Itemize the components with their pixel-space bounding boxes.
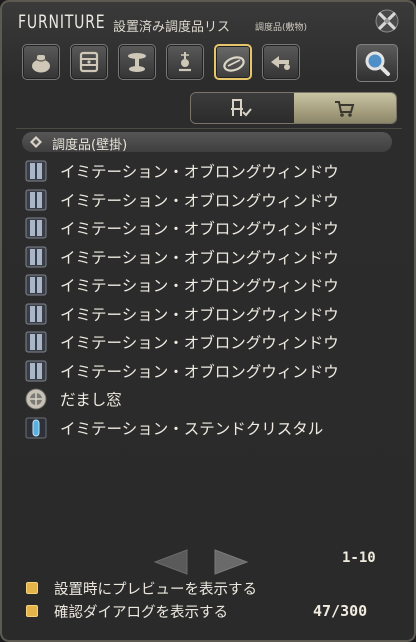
furniture-window: FURNITURE 設置済み調度品リス 調度品(敷物) 調度品(壁掛) イミテー… — [0, 0, 416, 642]
close-icon — [375, 9, 399, 33]
toggle-placed-items[interactable] — [191, 93, 294, 123]
tab-table[interactable] — [70, 44, 108, 80]
tab-furniture-bag[interactable] — [22, 44, 60, 80]
chair-check-icon — [231, 99, 252, 117]
window-subtitle: 設置済み調度品リス — [113, 20, 231, 35]
tab-rug[interactable] — [214, 44, 252, 80]
window-icon — [25, 189, 47, 210]
window-icon — [25, 360, 47, 381]
preview-option-label: 設置時にプレビューを表示する — [54, 582, 257, 598]
list-item-label: イミテーション・オブロングウィンドウ — [60, 362, 339, 381]
next-page-button[interactable] — [213, 548, 249, 576]
window-icon — [25, 331, 47, 353]
page-range: 1-10 — [342, 550, 376, 566]
list-item[interactable]: イミテーション・オブロングウィンドウ — [22, 157, 392, 185]
window-icon — [25, 246, 47, 267]
list-item-label: イミテーション・オブロングウィンドウ — [60, 191, 339, 210]
cart-icon — [335, 101, 355, 117]
confirm-checkbox[interactable] — [26, 605, 38, 617]
list-category-label: 調度品(壁掛) — [52, 138, 128, 153]
diamond-icon — [30, 136, 42, 148]
list-item[interactable]: イミテーション・オブロングウィンドウ — [22, 214, 392, 242]
list-item[interactable]: イミテーション・オブロングウィンドウ — [22, 328, 392, 356]
tabletop-icon — [128, 53, 146, 72]
window-subtitle-note: 調度品(敷物) — [255, 23, 308, 33]
list-item[interactable]: イミテーション・オブロングウィンドウ — [22, 243, 392, 271]
list-item-label: イミテーション・オブロングウィンドウ — [60, 305, 339, 324]
list-item[interactable]: イミテーション・オブロングウィンドウ — [22, 186, 392, 214]
list-item[interactable]: イミテーション・オブロングウィンドウ — [22, 271, 392, 299]
list-item-label: イミテーション・オブロングウィンドウ — [60, 334, 339, 352]
window-icon — [25, 303, 47, 324]
pager — [153, 548, 253, 578]
window-icon — [25, 160, 47, 182]
window-icon — [25, 217, 47, 239]
tab-wall-mounted[interactable] — [166, 44, 204, 80]
rug-icon — [223, 56, 245, 72]
tab-tabletop[interactable] — [118, 44, 156, 80]
view-toggle — [190, 92, 397, 124]
preview-checkbox[interactable] — [26, 582, 38, 594]
list-item[interactable]: イミテーション・ステンドクリスタル — [22, 414, 392, 442]
divider — [16, 128, 402, 129]
prev-page-button[interactable] — [153, 548, 189, 576]
list-item-label: イミテーション・オブロングウィンドウ — [60, 163, 339, 181]
list-item-label: イミテーション・オブロングウィンドウ — [60, 220, 339, 238]
wall-mounted-icon — [179, 52, 191, 72]
list-item-label: イミテーション・オブロングウィンドウ — [60, 277, 339, 295]
confirm-option-label: 確認ダイアログを表示する — [54, 605, 228, 621]
window-icon — [25, 274, 47, 296]
title-bar[interactable]: FURNITURE 設置済み調度品リス 調度品(敷物) — [2, 2, 414, 38]
crystal-icon — [25, 417, 47, 438]
list-item-label: だまし窓 — [60, 391, 122, 409]
list-category-header[interactable]: 調度品(壁掛) — [22, 132, 392, 153]
list-item-label: イミテーション・オブロングウィンドウ — [60, 248, 339, 267]
search-button[interactable] — [356, 44, 398, 82]
magnifier-icon — [365, 51, 390, 76]
window-title: FURNITURE — [18, 11, 106, 33]
table-icon — [79, 51, 99, 73]
list-item[interactable]: だまし窓 — [22, 385, 392, 413]
outdoor-icon — [271, 56, 290, 70]
list-item[interactable]: イミテーション・オブロングウィンドウ — [22, 300, 392, 328]
close-button[interactable] — [374, 8, 400, 34]
list-item-label: イミテーション・ステンドクリスタル — [60, 419, 324, 438]
list-item[interactable]: イミテーション・オブロングウィンドウ — [22, 357, 392, 385]
tab-outdoor[interactable] — [262, 44, 300, 80]
furniture-bag-icon — [32, 55, 50, 73]
toggle-storage-items[interactable] — [294, 93, 396, 123]
item-count: 47/300 — [313, 602, 368, 620]
round-window-icon — [25, 388, 47, 410]
